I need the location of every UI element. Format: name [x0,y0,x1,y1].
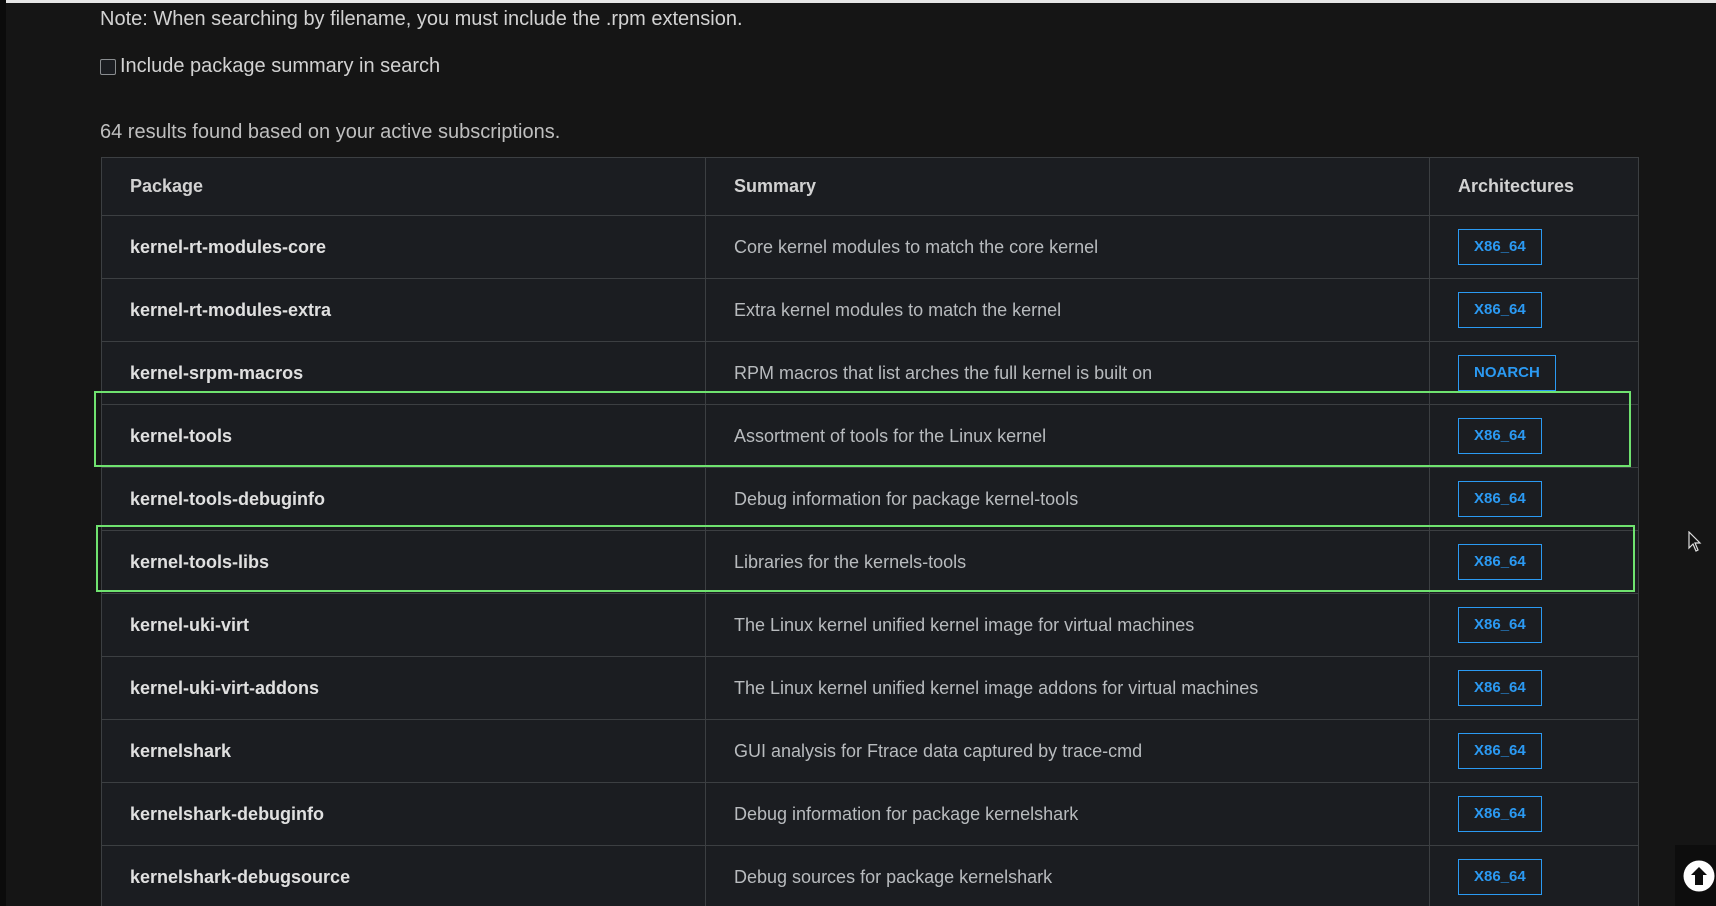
scroll-to-top-button[interactable] [1675,845,1716,906]
package-architecture: X86_64 [1429,782,1639,846]
package-summary: RPM macros that list arches the full ker… [705,341,1430,405]
package-name[interactable]: kernel-rt-modules-extra [101,278,706,342]
package-summary: Assortment of tools for the Linux kernel [705,404,1430,468]
package-name[interactable]: kernelshark-debugsource [101,845,706,906]
table-row: kernelshark GUI analysis for Ftrace data… [101,719,1639,783]
package-name[interactable]: kernel-srpm-macros [101,341,706,405]
package-name[interactable]: kernel-tools-debuginfo [101,467,706,531]
package-name[interactable]: kernel-uki-virt [101,593,706,657]
table-row: kernelshark-debugsource Debug sources fo… [101,845,1639,906]
mouse-pointer-icon [1688,531,1702,552]
top-edge [0,0,1716,3]
search-note: Note: When searching by filename, you mu… [100,8,743,30]
package-architecture: NOARCH [1429,341,1639,405]
table-row: kernelshark-debuginfo Debug information … [101,782,1639,846]
page: Note: When searching by filename, you mu… [0,0,1716,906]
arch-badge[interactable]: X86_64 [1458,859,1542,895]
package-architecture: X86_64 [1429,656,1639,720]
table-header-row: Package Summary Architectures [101,157,1639,216]
package-summary: Debug information for package kernelshar… [705,782,1430,846]
package-name[interactable]: kernel-rt-modules-core [101,215,706,279]
package-summary: The Linux kernel unified kernel image ad… [705,656,1430,720]
arch-badge[interactable]: X86_64 [1458,229,1542,265]
include-summary-option[interactable]: Include package summary in search [100,55,440,78]
arrow-up-circle-icon [1683,860,1715,891]
table-row: kernel-tools Assortment of tools for the… [101,404,1639,468]
header-architectures[interactable]: Architectures [1429,157,1639,216]
table-row: kernel-srpm-macros RPM macros that list … [101,341,1639,405]
package-architecture: X86_64 [1429,530,1639,594]
table-row: kernel-uki-virt The Linux kernel unified… [101,593,1639,657]
package-summary: GUI analysis for Ftrace data captured by… [705,719,1430,783]
arch-badge[interactable]: NOARCH [1458,355,1556,391]
package-name[interactable]: kernel-uki-virt-addons [101,656,706,720]
package-architecture: X86_64 [1429,404,1639,468]
table-row: kernel-tools-libs Libraries for the kern… [101,530,1639,594]
include-summary-label: Include package summary in search [120,55,441,77]
arch-badge[interactable]: X86_64 [1458,607,1542,643]
package-summary: Debug sources for package kernelshark [705,845,1430,906]
package-architecture: X86_64 [1429,593,1639,657]
package-summary: Libraries for the kernels-tools [705,530,1430,594]
header-package[interactable]: Package [101,157,706,216]
package-architecture: X86_64 [1429,845,1639,906]
package-architecture: X86_64 [1429,278,1639,342]
table-row: kernel-rt-modules-core Core kernel modul… [101,215,1639,279]
arch-badge[interactable]: X86_64 [1458,418,1542,454]
package-architecture: X86_64 [1429,215,1639,279]
package-name[interactable]: kernel-tools [101,404,706,468]
packages-table: Package Summary Architectures kernel-rt-… [101,157,1639,906]
package-summary: Extra kernel modules to match the kernel [705,278,1430,342]
include-summary-checkbox[interactable] [100,58,116,75]
arch-badge[interactable]: X86_64 [1458,796,1542,832]
header-summary[interactable]: Summary [705,157,1430,216]
arch-badge[interactable]: X86_64 [1458,292,1542,328]
package-architecture: X86_64 [1429,719,1639,783]
results-count: 64 results found based on your active su… [100,121,561,143]
arch-badge[interactable]: X86_64 [1458,733,1542,769]
arch-badge[interactable]: X86_64 [1458,481,1542,517]
package-summary: Debug information for package kernel-too… [705,467,1430,531]
package-name[interactable]: kernelshark-debuginfo [101,782,706,846]
package-summary: Core kernel modules to match the core ke… [705,215,1430,279]
package-architecture: X86_64 [1429,467,1639,531]
package-name[interactable]: kernelshark [101,719,706,783]
left-edge [0,0,6,906]
table-row: kernel-tools-debuginfo Debug information… [101,467,1639,531]
arch-badge[interactable]: X86_64 [1458,544,1542,580]
package-name[interactable]: kernel-tools-libs [101,530,706,594]
arch-badge[interactable]: X86_64 [1458,670,1542,706]
table-row: kernel-uki-virt-addons The Linux kernel … [101,656,1639,720]
package-summary: The Linux kernel unified kernel image fo… [705,593,1430,657]
table-row: kernel-rt-modules-extra Extra kernel mod… [101,278,1639,342]
